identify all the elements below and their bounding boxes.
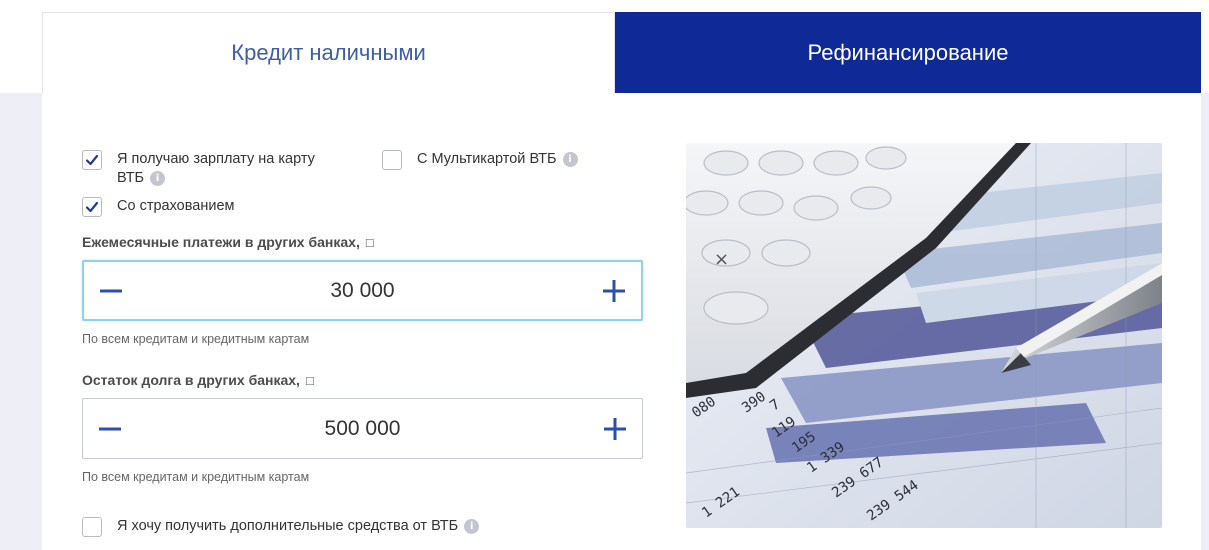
svg-text:×: × (714, 249, 729, 270)
product-tabs: Кредит наличными Рефинансирование (42, 12, 1201, 93)
multicard-label-text: С Мультикартой ВТБ (417, 151, 557, 167)
debt-balance-increase-button[interactable] (588, 399, 642, 458)
monthly-payments-increase-button[interactable] (587, 262, 641, 319)
salary-card-option[interactable]: Я получаю зарплату на карту ВТБ i (82, 150, 342, 188)
monthly-payments-decrease-button[interactable] (84, 262, 138, 319)
tab-refinancing[interactable]: Рефинансирование (615, 12, 1201, 93)
monthly-payments-label-text: Ежемесячные платежи в других банках, (82, 234, 360, 250)
multicard-label: С Мультикартой ВТБ i (417, 150, 578, 169)
salary-card-label: Я получаю зарплату на карту ВТБ i (117, 150, 315, 188)
info-icon[interactable]: i (562, 151, 578, 167)
calculator-chart-pencil-photo: × 080 390 7 119 195 1 339 239 677 239 54… (686, 143, 1162, 528)
minus-icon (99, 427, 121, 430)
debt-balance-stepper[interactable]: 500 000 (82, 398, 643, 459)
extra-funds-label-text: Я хочу получить дополнительные средства … (117, 518, 459, 534)
multicard-checkbox[interactable] (382, 150, 402, 170)
salary-card-label-line2: ВТБ (117, 170, 145, 186)
debt-balance-hint: По всем кредитам и кредитным картам (82, 470, 310, 484)
debt-balance-value[interactable]: 500 000 (137, 417, 588, 441)
extra-funds-option[interactable]: Я хочу получить дополнительные средства … (82, 517, 480, 537)
insurance-checkbox[interactable] (82, 197, 102, 217)
salary-card-checkbox[interactable] (82, 150, 102, 170)
debt-balance-label-text: Остаток долга в других банках, (82, 372, 300, 388)
plus-icon (603, 279, 625, 302)
tab-cash-credit[interactable]: Кредит наличными (42, 12, 615, 93)
minus-icon (100, 289, 122, 292)
debt-balance-decrease-button[interactable] (83, 399, 137, 458)
info-icon[interactable]: i (464, 518, 480, 534)
page-background-right (1201, 93, 1209, 550)
monthly-payments-stepper[interactable]: 30 000 (82, 260, 643, 321)
salary-card-label-line1: Я получаю зарплату на карту (117, 151, 315, 167)
currency-glyph: □ (305, 373, 314, 388)
checkmark-icon (85, 201, 99, 213)
finance-illustration: × 080 390 7 119 195 1 339 239 677 239 54… (686, 143, 1162, 528)
extra-funds-checkbox[interactable] (82, 517, 102, 537)
debt-balance-label: Остаток долга в других банках, □ (82, 372, 314, 388)
insurance-option[interactable]: Со страхованием (82, 197, 234, 217)
monthly-payments-value[interactable]: 30 000 (138, 279, 587, 303)
info-icon[interactable]: i (150, 170, 166, 186)
monthly-payments-hint: По всем кредитам и кредитным картам (82, 332, 310, 346)
page-background-left (0, 93, 42, 550)
insurance-label: Со страхованием (117, 198, 235, 214)
extra-funds-label: Я хочу получить дополнительные средства … (117, 517, 480, 536)
plus-icon (604, 417, 626, 440)
checkmark-icon (85, 154, 99, 166)
currency-glyph: □ (365, 235, 374, 250)
monthly-payments-label: Ежемесячные платежи в других банках, □ (82, 234, 374, 250)
multicard-option[interactable]: С Мультикартой ВТБ i (382, 150, 578, 170)
